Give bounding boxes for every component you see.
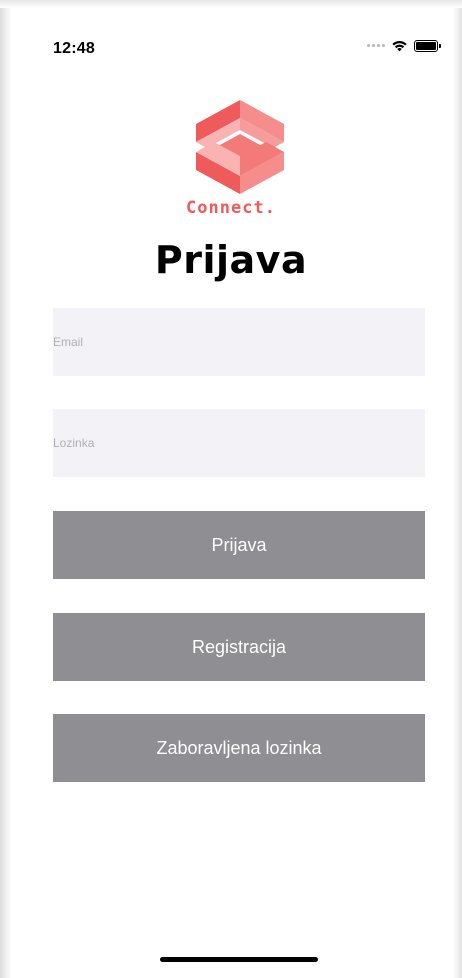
- battery-icon: [414, 39, 441, 52]
- page-title: Prijava: [154, 238, 308, 282]
- register-button[interactable]: Registracija: [53, 613, 425, 681]
- home-indicator[interactable]: [160, 957, 318, 962]
- email-field[interactable]: [53, 308, 425, 376]
- device-edge-right: [452, 0, 462, 978]
- status-icons: [367, 39, 441, 52]
- cellular-signal-icon: [367, 44, 385, 47]
- login-button[interactable]: Prijava: [53, 511, 425, 579]
- connect-logo-icon: [196, 100, 284, 194]
- app-screen: 12:48 Connect. Prijava Prijava Registrac: [0, 0, 462, 978]
- forgot-password-button[interactable]: Zaboravljena lozinka: [53, 714, 425, 782]
- wifi-icon: [392, 41, 407, 52]
- password-field[interactable]: [53, 409, 425, 477]
- device-edge-top: [0, 0, 462, 8]
- status-time: 12:48: [53, 40, 95, 57]
- device-edge-left: [0, 0, 12, 978]
- logo-wordmark: Connect.: [186, 198, 276, 218]
